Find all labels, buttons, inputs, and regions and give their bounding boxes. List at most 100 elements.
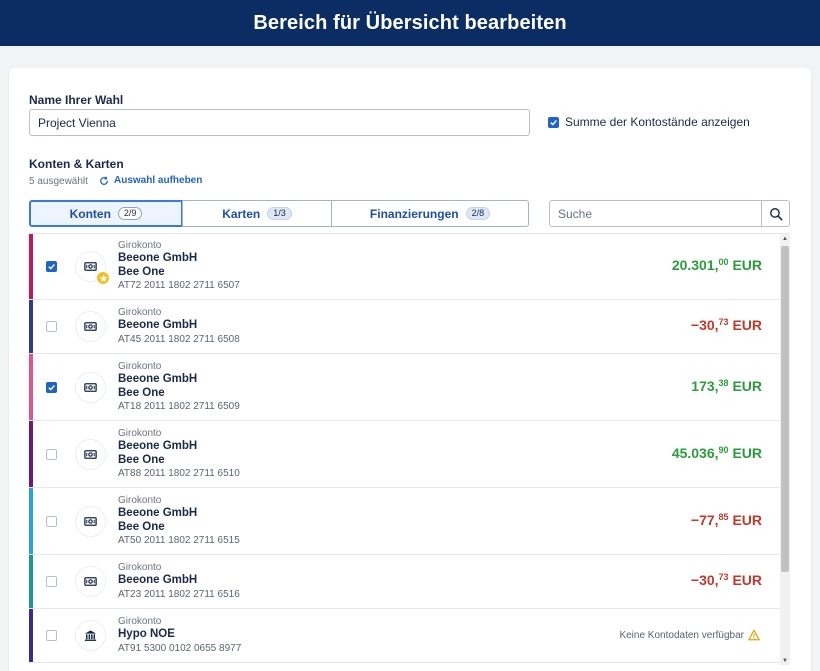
account-color-stripe [29, 300, 33, 353]
account-iban: AT18 2011 1802 2711 6509 [118, 401, 240, 412]
clear-selection-button[interactable]: Auswahl aufheben [99, 175, 202, 186]
account-row[interactable]: Girokonto Hypo NOE AT91 5300 0102 0655 897… [29, 609, 790, 663]
account-color-stripe [29, 555, 33, 608]
tab-finanzierungen[interactable]: Finanzierungen 2/8 [331, 200, 529, 227]
balance-integer: 20.301 [671, 257, 715, 273]
account-color-stripe [29, 234, 33, 299]
tab-karten[interactable]: Karten 1/3 [182, 200, 332, 227]
account-holder: Beeone GmbH [118, 440, 198, 452]
balance-integer: 45.036 [671, 445, 715, 461]
account-balance: 45.036,90 EUR [671, 445, 762, 461]
account-checkbox[interactable] [46, 261, 57, 272]
account-checkbox[interactable] [46, 321, 57, 332]
account-iban: AT23 2011 1802 2711 6516 [118, 588, 240, 600]
account-info: Girokonto Beeone GmbH Bee One AT72 2011 180… [118, 239, 240, 293]
account-list[interactable]: Girokonto Beeone GmbH Bee One AT72 2011 180… [29, 233, 790, 665]
bank-building-icon [83, 628, 98, 643]
tab-label: Karten [222, 206, 261, 221]
balance-decimals: 73 [718, 317, 729, 327]
balance-integer: −30 [690, 572, 715, 588]
account-row[interactable]: Girokonto Beeone GmbH Bee One AT72 2011 180… [29, 234, 790, 300]
account-balance: −30,73 EUR [690, 317, 762, 333]
account-checkbox[interactable] [46, 630, 57, 641]
account-color-stripe [29, 421, 33, 487]
account-row[interactable]: Girokonto Beeone GmbH Bee One AT88 2011 180… [29, 421, 790, 488]
balance-decimals: 73 [718, 572, 729, 582]
account-nickname: Bee One [118, 520, 165, 533]
accounts-section-title: Konten & Karten [29, 157, 124, 171]
account-color-stripe [29, 609, 33, 662]
account-icon-badge [75, 372, 106, 403]
account-holder: Beeone GmbH [118, 252, 198, 264]
account-info: Girokonto Hypo NOE AT91 5300 0102 0655 897… [118, 615, 241, 655]
banknote-icon [83, 447, 98, 462]
account-holder: Beeone GmbH [118, 574, 198, 586]
scroll-up-arrow-icon[interactable]: ▲ [780, 234, 790, 244]
account-balance: −30,73 EUR [690, 572, 762, 588]
tab-count-badge: 2/9 [117, 207, 143, 220]
refresh-icon [100, 175, 108, 185]
scrollbar-thumb[interactable] [781, 246, 789, 572]
account-nickname: Bee One [118, 453, 165, 466]
account-info: Girokonto Beeone GmbH AT23 2011 1802 2711 … [118, 561, 240, 601]
tab-label: Konten [69, 206, 111, 221]
account-holder: Beeone GmbH [118, 507, 198, 519]
tab-label: Finanzierungen [369, 206, 459, 221]
no-data-notice: Keine Kontodaten verfügbar [619, 629, 760, 641]
banknote-icon [83, 319, 98, 334]
account-icon-badge [75, 566, 106, 597]
account-balance: −77,85 EUR [690, 512, 762, 528]
warning-icon [744, 629, 760, 641]
favorite-star-icon [96, 271, 110, 285]
account-info: Girokonto Beeone GmbH Bee One AT18 2011 180… [118, 360, 240, 414]
account-type: Girokonto [118, 361, 162, 372]
balance-decimals: 00 [718, 257, 729, 267]
account-type: Girokonto [118, 307, 162, 318]
balance-integer: −77 [690, 512, 715, 528]
balance-decimals: 38 [718, 378, 729, 388]
balance-currency: EUR [732, 317, 762, 333]
account-info: Girokonto Beeone GmbH Bee One AT50 2011 180… [118, 494, 240, 548]
account-row[interactable]: Girokonto Beeone GmbH Bee One AT50 2011 180… [29, 488, 790, 555]
balance-currency: EUR [732, 378, 762, 394]
account-type: Girokonto [118, 616, 162, 627]
account-icon-badge [75, 506, 106, 537]
account-checkbox[interactable] [46, 576, 57, 587]
account-checkbox[interactable] [46, 516, 57, 527]
account-holder: Hypo NOE [118, 628, 175, 640]
account-type: Girokonto [118, 495, 162, 506]
show-sum-toggle[interactable]: Summe der Kontostände anzeigen [548, 115, 750, 129]
banknote-icon [83, 259, 98, 274]
overview-name-input[interactable] [29, 109, 530, 136]
tab-konten[interactable]: Konten 2/9 [29, 200, 183, 227]
account-color-stripe [29, 354, 33, 420]
account-type: Girokonto [118, 428, 162, 439]
edit-overview-card: Name Ihrer Wahl Summe der Kontostände an… [9, 68, 811, 671]
show-sum-label: Summe der Kontostände anzeigen [565, 115, 750, 129]
account-checkbox[interactable] [46, 382, 57, 393]
search-input[interactable] [550, 201, 761, 226]
balance-currency: EUR [732, 257, 762, 273]
account-row[interactable]: Girokonto Beeone GmbH AT23 2011 1802 2711 … [29, 555, 790, 609]
search-button[interactable] [761, 201, 789, 226]
account-nickname: Bee One [118, 386, 165, 399]
account-iban: AT72 2011 1802 2711 6507 [118, 280, 240, 291]
scroll-down-arrow-icon[interactable]: ▼ [780, 656, 790, 665]
account-checkbox[interactable] [46, 449, 57, 460]
balance-currency: EUR [732, 572, 762, 588]
account-row[interactable]: Girokonto Beeone GmbH AT45 2011 1802 2711 … [29, 300, 790, 354]
show-sum-checkbox[interactable] [548, 116, 559, 128]
balance-integer: 173 [691, 378, 715, 394]
tab-count-badge: 2/8 [465, 207, 491, 220]
account-nickname: Bee One [118, 265, 165, 278]
account-icon-badge [75, 439, 106, 470]
account-row[interactable]: Girokonto Beeone GmbH Bee One AT18 2011 180… [29, 354, 790, 421]
account-iban: AT45 2011 1802 2711 6508 [118, 333, 240, 345]
no-data-text: Keine Kontodaten verfügbar [619, 629, 744, 641]
scrollbar[interactable]: ▲ ▼ [780, 234, 790, 665]
account-iban: AT88 2011 1802 2711 6510 [118, 468, 240, 479]
account-info: Girokonto Beeone GmbH Bee One AT88 2011 180… [118, 427, 240, 481]
account-balance: 20.301,00 EUR [671, 257, 762, 273]
account-type: Girokonto [118, 240, 162, 251]
account-holder: Beeone GmbH [118, 319, 198, 331]
